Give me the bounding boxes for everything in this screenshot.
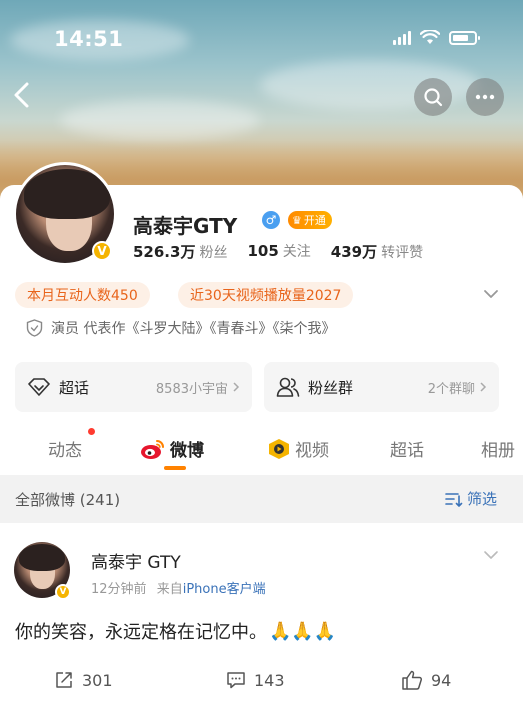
profile-stats: 526.3万 粉丝 105 关注 439万 转评赞 bbox=[133, 241, 423, 262]
fan-group-sub: 2个群聊 bbox=[428, 378, 487, 397]
shield-icon bbox=[26, 319, 43, 337]
stat-interactions[interactable]: 439万 转评赞 bbox=[331, 241, 423, 262]
fan-group-card[interactable]: 粉丝群 2个群聊 bbox=[264, 362, 499, 412]
tab-video[interactable]: 视频 bbox=[267, 436, 329, 461]
post-body: 你的笑容，永远定格在记忆中。 🙏🙏🙏 bbox=[15, 618, 336, 644]
post-text: 你的笑容，永远定格在记忆中。 bbox=[15, 622, 267, 643]
comment-icon bbox=[227, 672, 245, 689]
post-count: 全部微博 (241) bbox=[15, 491, 121, 509]
tab-weibo[interactable]: 微博 bbox=[140, 436, 204, 461]
profile-tabs: 动态 微博 视频 超话 相册 bbox=[0, 428, 523, 468]
search-icon bbox=[424, 88, 443, 107]
post-menu-chevron-icon[interactable] bbox=[482, 548, 500, 562]
post-author[interactable]: 高泰宇 GTY bbox=[91, 548, 181, 573]
super-topic-sub: 8583小宇宙 bbox=[156, 378, 240, 397]
description-text: 演员 代表作《斗罗大陆》《青春斗》《柒个我》 bbox=[51, 321, 336, 337]
comment-button[interactable]: 143 bbox=[226, 670, 285, 690]
post-time: 12分钟前 bbox=[91, 582, 147, 597]
weibo-icon bbox=[141, 439, 164, 459]
like-button[interactable]: 94 bbox=[401, 670, 451, 690]
stat-followers[interactable]: 526.3万 粉丝 bbox=[133, 241, 227, 262]
post-source[interactable]: iPhone客户端 bbox=[183, 582, 266, 597]
fan-group-label: 粉丝群 bbox=[308, 378, 354, 397]
tab-dynamics[interactable]: 动态 bbox=[48, 436, 82, 461]
diamond-icon bbox=[28, 378, 50, 396]
super-topic-label: 超话 bbox=[59, 378, 90, 397]
post-actions: 301 143 94 bbox=[0, 668, 523, 700]
search-button[interactable] bbox=[414, 78, 452, 116]
verified-icon: V bbox=[92, 241, 112, 261]
battery-icon bbox=[449, 30, 480, 45]
more-icon bbox=[475, 94, 495, 100]
post-meta: 12分钟前 来自iPhone客户端 bbox=[91, 578, 266, 597]
profile-description: 演员 代表作《斗罗大陆》《青春斗》《柒个我》 bbox=[26, 318, 335, 338]
male-icon: ♂ bbox=[262, 211, 280, 229]
repost-button[interactable]: 301 bbox=[54, 670, 113, 690]
vip-badge-label: 开通 bbox=[303, 214, 326, 227]
notification-dot bbox=[88, 428, 95, 435]
profile-name: 高泰宇GTY bbox=[133, 214, 238, 238]
post-source-prefix: 来自 bbox=[156, 582, 183, 597]
repost-icon bbox=[56, 672, 72, 688]
filter-icon bbox=[445, 492, 463, 507]
status-icons bbox=[393, 30, 480, 45]
filter-button[interactable]: 筛选 bbox=[445, 488, 497, 509]
chip-video-plays[interactable]: 近30天视频播放量2027 bbox=[178, 282, 354, 308]
crown-icon: ♛ bbox=[292, 213, 302, 227]
tab-super-topic[interactable]: 超话 bbox=[390, 436, 424, 461]
pray-emoji: 🙏🙏🙏 bbox=[269, 620, 337, 642]
chevron-right-icon bbox=[233, 382, 240, 392]
status-time: 14:51 bbox=[54, 27, 124, 51]
wifi-icon bbox=[420, 30, 440, 44]
chevron-right-icon bbox=[480, 382, 487, 392]
signal-icon bbox=[393, 30, 411, 45]
more-button[interactable] bbox=[466, 78, 504, 116]
filter-bar: 全部微博 (241) 筛选 bbox=[0, 475, 523, 523]
vip-badge[interactable]: ♛ 开通 bbox=[288, 211, 332, 229]
tab-album[interactable]: 相册 bbox=[481, 436, 515, 461]
thumbs-up-icon bbox=[402, 670, 423, 690]
repost-count: 301 bbox=[82, 670, 113, 690]
expand-chevron-icon[interactable] bbox=[481, 286, 501, 302]
group-icon bbox=[276, 377, 300, 397]
super-topic-card[interactable]: 超话 8583小宇宙 bbox=[15, 362, 252, 412]
verified-icon: V bbox=[55, 584, 71, 600]
chip-monthly-interactions[interactable]: 本月互动人数450 bbox=[15, 282, 150, 308]
like-count: 94 bbox=[431, 670, 452, 690]
stat-following[interactable]: 105 关注 bbox=[247, 241, 310, 262]
video-icon bbox=[269, 438, 289, 459]
back-button[interactable] bbox=[10, 80, 34, 110]
active-tab-indicator bbox=[164, 466, 186, 470]
comment-count: 143 bbox=[254, 670, 285, 690]
